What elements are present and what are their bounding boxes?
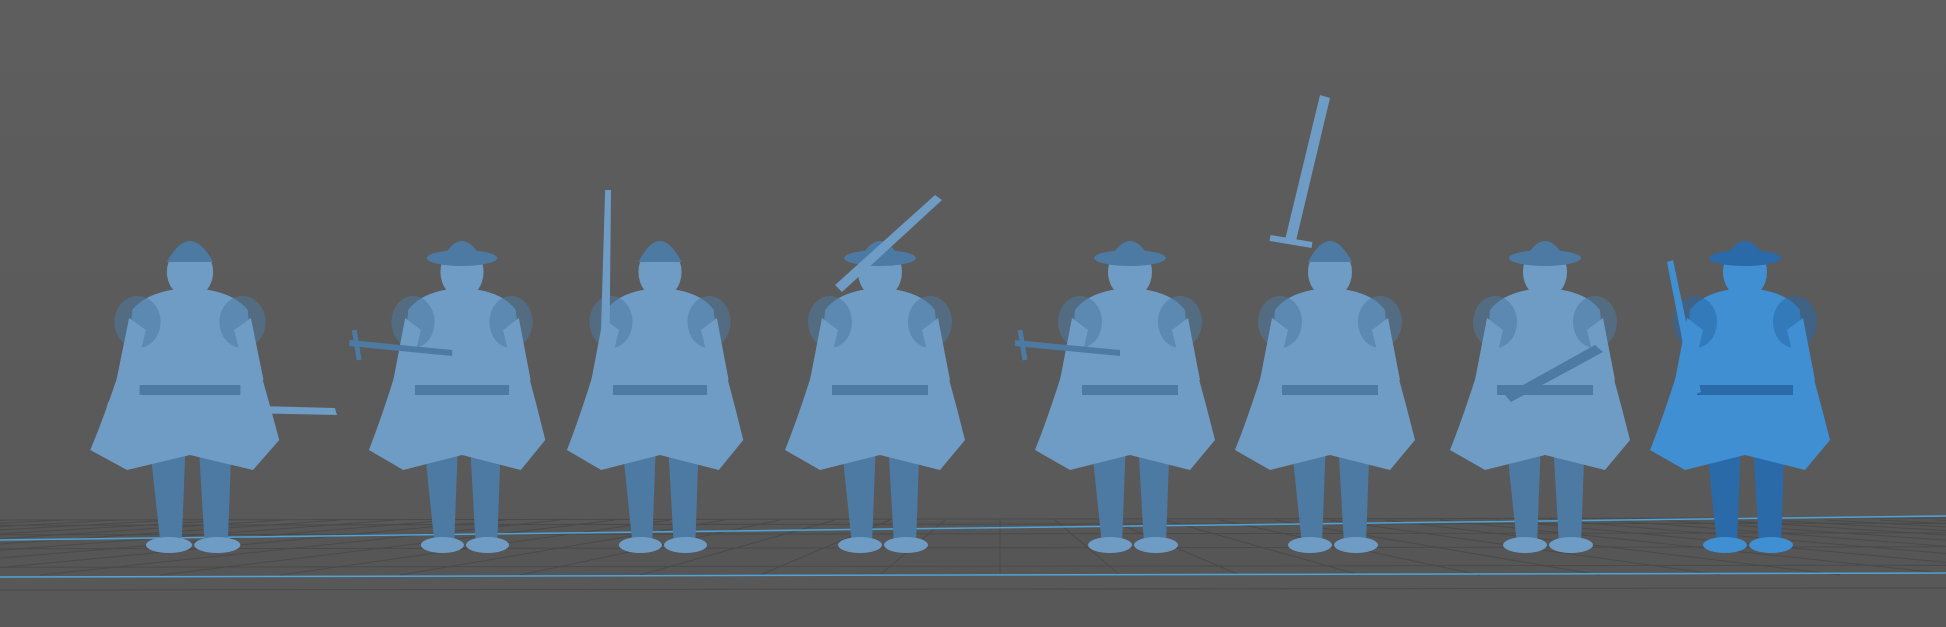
miniature-2[interactable] [349, 241, 546, 553]
miniature-6[interactable] [1235, 95, 1415, 553]
miniature-8[interactable] [1650, 241, 1830, 553]
miniature-5[interactable] [1015, 241, 1215, 553]
3d-viewport[interactable] [0, 0, 1946, 627]
grid-line [0, 587, 1946, 591]
miniature-4[interactable] [785, 195, 965, 553]
scene-canvas[interactable] [0, 0, 1946, 627]
miniature-3[interactable] [566, 190, 744, 553]
miniature-1[interactable] [90, 241, 337, 553]
build-plate-grid [0, 515, 1946, 591]
miniature-7[interactable] [1450, 241, 1630, 553]
models-layer [90, 95, 1830, 553]
